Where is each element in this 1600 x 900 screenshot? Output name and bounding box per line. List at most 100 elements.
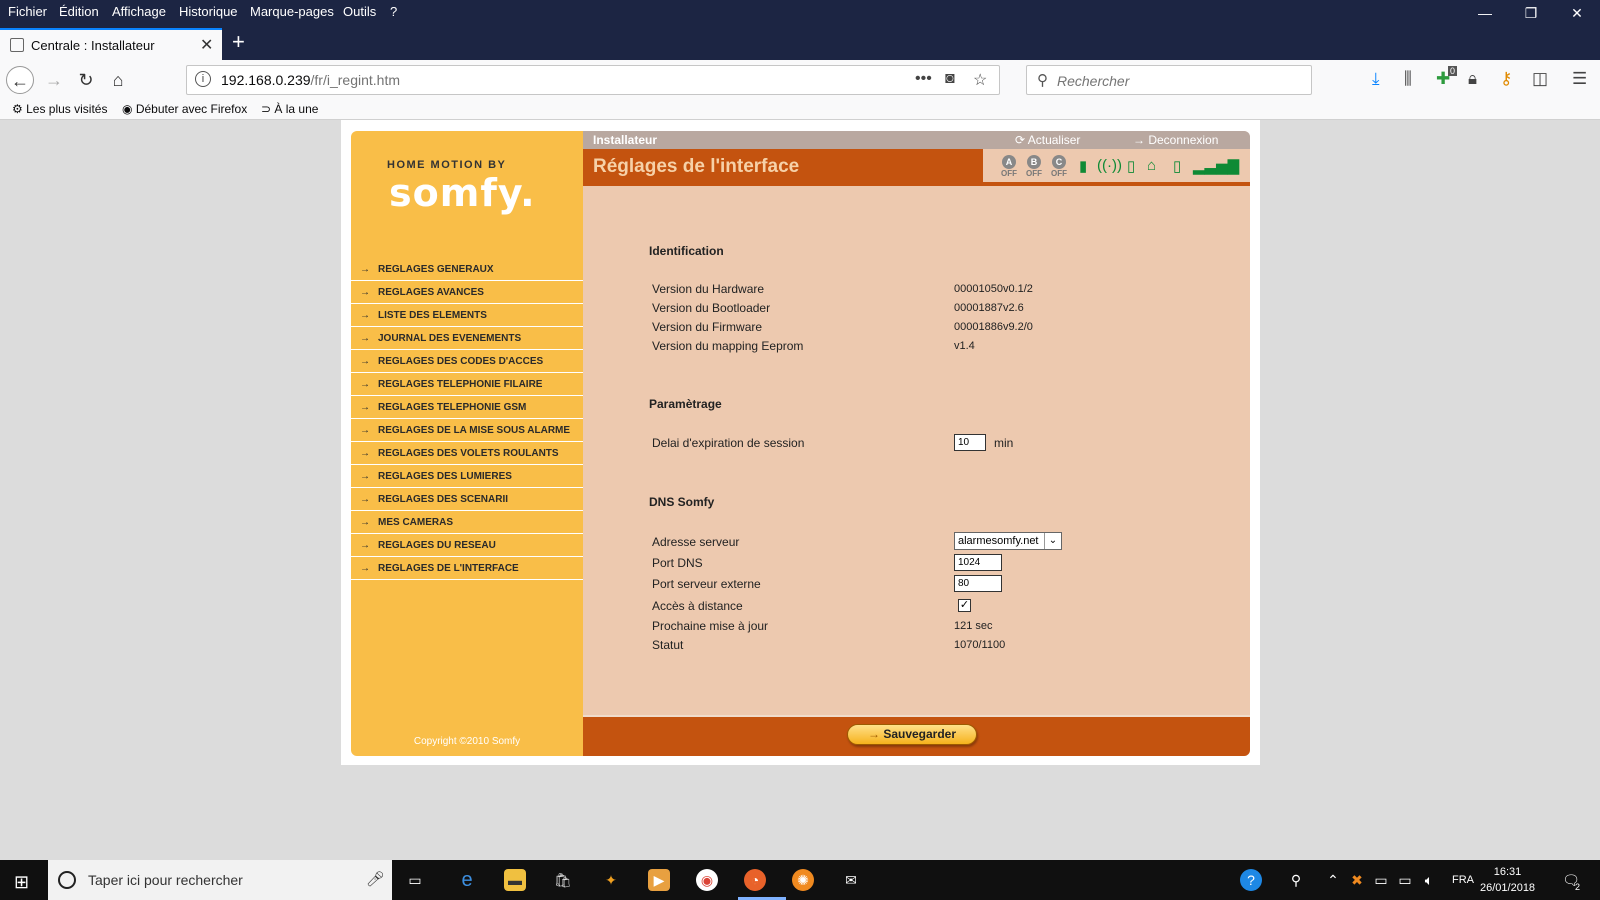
firmware-value: 00001886v9.2/0 <box>954 321 1033 333</box>
close-window-button[interactable]: ✕ <box>1554 0 1600 24</box>
sidebar-item-mise-sous-alarme[interactable]: → REGLAGES DE LA MISE SOUS ALARME <box>351 419 583 442</box>
network-icon[interactable]: ▭ <box>1370 869 1392 891</box>
sidebar-item-label: REGLAGES DES LUMIERES <box>378 470 512 482</box>
sidebar-item-journal[interactable]: → JOURNAL DES EVENEMENTS <box>351 327 583 350</box>
eeprom-label: Version du mapping Eeprom <box>652 339 804 353</box>
reload-icon[interactable]: ↻ <box>72 66 100 94</box>
gsm-signal-icon: ▂▃▅▇ <box>1193 158 1240 175</box>
sidebar-item-volets-roulants[interactable]: → REGLAGES DES VOLETS ROULANTS <box>351 442 583 465</box>
arrow-right-icon: → <box>360 332 370 344</box>
zone-c-letter: C <box>1052 155 1066 169</box>
library-icon[interactable]: ⫼ <box>1404 69 1412 89</box>
sidebar-item-label: REGLAGES TELEPHONIE FILAIRE <box>378 378 543 390</box>
port-ext-input[interactable] <box>954 575 1002 592</box>
tray-chevron-up-icon[interactable]: ⌃ <box>1322 869 1344 891</box>
divider <box>583 184 1250 186</box>
sidebar-item-telephonie-gsm[interactable]: → REGLAGES TELEPHONIE GSM <box>351 396 583 419</box>
windows-start-icon[interactable]: ⊞ <box>14 872 29 893</box>
menu-fichier[interactable]: Fichier <box>8 4 47 19</box>
taskbar-search[interactable]: Taper ici pour rechercher 🎤︎ <box>48 860 392 900</box>
info-icon[interactable]: i <box>195 71 211 87</box>
hardware-label: Version du Hardware <box>652 282 765 296</box>
minimize-button[interactable]: — <box>1462 0 1508 24</box>
close-icon[interactable]: ✕ <box>200 35 213 55</box>
menu-edition[interactable]: Édition <box>59 4 99 19</box>
arrow-right-icon: → <box>867 727 880 741</box>
lock-extension-icon[interactable]: 🔒︎ <box>1468 69 1477 89</box>
remote-access-checkbox[interactable]: ✓ <box>958 599 971 612</box>
sidebar-item-scenarii[interactable]: → REGLAGES DES SCENARII <box>351 488 583 511</box>
menu-marque-pages[interactable]: Marque-pages <box>250 4 334 19</box>
mail-icon[interactable]: ✉ <box>840 869 862 891</box>
volume-icon[interactable]: 🔈︎ <box>1418 869 1440 891</box>
menu-historique[interactable]: Historique <box>179 4 238 19</box>
sidebar-item-liste-elements[interactable]: → LISTE DES ELEMENTS <box>351 304 583 327</box>
extension-badge: 0 <box>1448 66 1458 76</box>
server-address-select[interactable]: alarmesomfy.net ⌄ <box>954 532 1062 550</box>
sidebar-item-label: REGLAGES DE L'INTERFACE <box>378 562 519 574</box>
bookmark-label: À la une <box>274 102 319 116</box>
back-arrow-icon[interactable]: ← <box>6 66 34 94</box>
bootloader-label: Version du Bootloader <box>652 301 771 315</box>
more-actions-icon[interactable]: ••• <box>915 70 932 88</box>
microphone-icon[interactable]: 🎤︎ <box>366 870 385 888</box>
sidebar-item-lumieres[interactable]: → REGLAGES DES LUMIERES <box>351 465 583 488</box>
help-icon[interactable]: ? <box>1240 869 1262 891</box>
chrome-icon[interactable]: ◉ <box>696 869 718 891</box>
restore-button[interactable]: ❐ <box>1508 0 1554 24</box>
file-explorer-icon[interactable]: ▬ <box>504 869 526 891</box>
page-icon <box>10 38 24 52</box>
task-view-icon[interactable]: ▭ <box>404 869 426 891</box>
port-ext-label: Port serveur externe <box>652 577 761 591</box>
search-input[interactable] <box>1057 71 1297 91</box>
clock[interactable]: 16:31 26/01/2018 <box>1480 864 1535 896</box>
sidebar-item-cameras[interactable]: → MES CAMERAS <box>351 511 583 534</box>
firefox-icon[interactable]: ◔ <box>744 869 766 891</box>
bookmark-star-icon[interactable]: ☆ <box>973 70 987 90</box>
url-bar[interactable]: i 192.168.0.239/fr/i_regint.htm ••• ◙ ☆ <box>186 65 1000 95</box>
sidebar-item-reseau[interactable]: → REGLAGES DU RESEAU <box>351 534 583 557</box>
bookmark-getting-started[interactable]: ◉ Débuter avec Firefox <box>122 102 247 116</box>
sidebar-icon[interactable]: ◫ <box>1532 69 1548 89</box>
key-icon[interactable]: ⚷ <box>1500 69 1512 89</box>
tab-centrale[interactable]: Centrale : Installateur ✕ <box>0 28 222 60</box>
url-text[interactable]: 192.168.0.239/fr/i_regint.htm <box>221 72 400 88</box>
sidebar-item-label: JOURNAL DES EVENEMENTS <box>378 332 522 344</box>
media-player-icon[interactable]: ▶ <box>648 869 670 891</box>
search-bar[interactable]: ⚲ <box>1026 65 1312 95</box>
new-tab-button[interactable]: + <box>232 29 245 55</box>
status-label: Statut <box>652 638 684 652</box>
tray-app-icon[interactable]: ✖ <box>1346 869 1368 891</box>
forward-arrow-icon[interactable]: → <box>40 66 68 94</box>
menu-help[interactable]: ? <box>390 4 397 19</box>
pocket-icon[interactable]: ◙ <box>945 70 955 88</box>
menu-outils[interactable]: Outils <box>343 4 376 19</box>
arrow-right-icon: → <box>360 562 370 574</box>
save-button[interactable]: → Sauvegarder <box>847 724 977 745</box>
store-icon[interactable]: 🛍︎ <box>552 869 574 891</box>
port-dns-input[interactable] <box>954 554 1002 571</box>
app-icon[interactable]: ✦ <box>600 869 622 891</box>
edge-icon[interactable]: e <box>456 869 478 891</box>
bookmark-most-visited[interactable]: ⚙ Les plus visités <box>12 102 107 116</box>
menu-affichage[interactable]: Affichage <box>112 4 166 19</box>
sidebar-item-reglages-generaux[interactable]: → REGLAGES GENERAUX <box>351 258 583 281</box>
sidebar-item-telephonie-filaire[interactable]: → REGLAGES TELEPHONIE FILAIRE <box>351 373 583 396</box>
home-icon[interactable]: ⌂ <box>104 66 132 94</box>
bookmark-headlines[interactable]: ⊃ À la une <box>261 102 318 116</box>
settings-app-icon[interactable]: ✺ <box>792 869 814 891</box>
hamburger-menu-icon[interactable]: ☰ <box>1572 69 1587 89</box>
download-icon[interactable]: ⤓ <box>1372 69 1380 89</box>
sidebar-item-reglages-avances[interactable]: → REGLAGES AVANCES <box>351 281 583 304</box>
cortana-icon <box>58 871 76 889</box>
session-timeout-input[interactable] <box>954 434 986 451</box>
status-icons: A OFF B OFF C OFF ▮ ((·)) ▯ ⌂ ▯ ▂▃▅▇ <box>983 149 1250 184</box>
sidebar-item-interface[interactable]: → REGLAGES DE L'INTERFACE <box>351 557 583 580</box>
logout-link[interactable]: → Deconnexion <box>1133 133 1218 147</box>
refresh-link[interactable]: ⟳ Actualiser <box>1015 133 1080 147</box>
battery-tray-icon[interactable]: ▭ <box>1394 869 1416 891</box>
people-icon[interactable]: ⚲ <box>1285 869 1307 891</box>
sidebar-item-label: MES CAMERAS <box>378 516 454 528</box>
language-indicator[interactable]: FRA <box>1448 869 1478 891</box>
sidebar-item-codes-acces[interactable]: → REGLAGES DES CODES D'ACCES <box>351 350 583 373</box>
